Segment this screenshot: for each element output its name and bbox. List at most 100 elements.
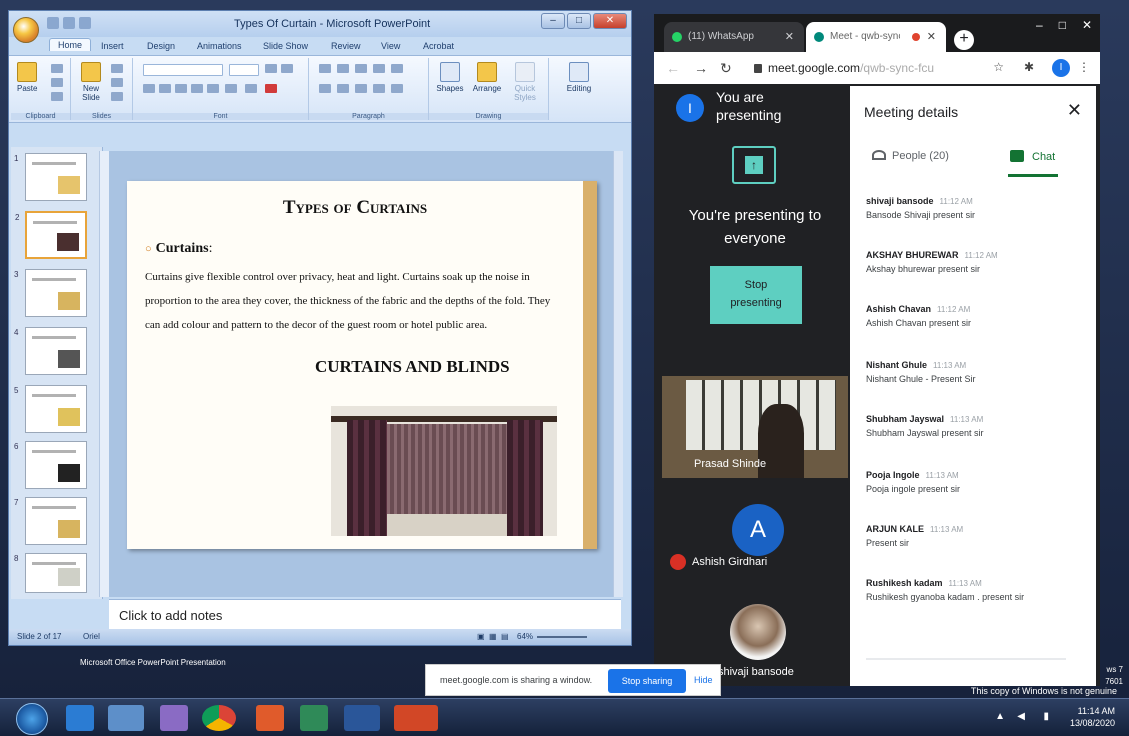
reset-icon[interactable]: [111, 78, 123, 87]
tab-acrobat[interactable]: Acrobat: [423, 41, 454, 51]
slideshow-view-icon[interactable]: ▤: [501, 632, 509, 641]
font-color-icon[interactable]: [265, 84, 277, 93]
tab-animations[interactable]: Animations: [197, 41, 242, 51]
minimize-button[interactable]: –: [541, 13, 565, 29]
shrink-font-icon[interactable]: [281, 64, 293, 73]
undo-icon[interactable]: [63, 17, 75, 29]
tab-home[interactable]: Home: [49, 38, 92, 51]
powerpoint-icon[interactable]: [394, 705, 438, 731]
stop-presenting-button[interactable]: Stop presenting: [710, 266, 802, 324]
word-icon[interactable]: [344, 705, 380, 731]
network-icon[interactable]: ▮: [1043, 711, 1049, 722]
delete-slide-icon[interactable]: [111, 92, 123, 101]
clock[interactable]: 11:14 AM 13/08/2020: [1070, 705, 1115, 729]
slide-thumbnail[interactable]: 6: [14, 441, 87, 489]
show-hidden-icons[interactable]: ▲: [995, 711, 1005, 722]
slide-thumbnail[interactable]: 3: [14, 269, 87, 317]
slide-thumbnail[interactable]: 5: [14, 385, 87, 433]
columns-icon[interactable]: [391, 64, 403, 73]
thumbnail-scrollbar[interactable]: [99, 151, 109, 597]
bookmark-star-icon[interactable]: ☆: [993, 60, 1004, 74]
tab-design[interactable]: Design: [147, 41, 175, 51]
forward-icon[interactable]: →: [694, 60, 708, 76]
grow-font-icon[interactable]: [265, 64, 277, 73]
slide-subtitle[interactable]: CURTAINS AND BLINDS: [315, 357, 510, 377]
close-tab-icon[interactable]: ✕: [927, 30, 936, 43]
save-icon[interactable]: [47, 17, 59, 29]
app-icon[interactable]: [160, 705, 188, 731]
arrange-button[interactable]: Arrange: [469, 62, 505, 93]
url-field[interactable]: meet.google.com/qwb-sync-fcu: [754, 61, 934, 75]
close-tab-icon[interactable]: ✕: [785, 30, 794, 43]
tab-insert[interactable]: Insert: [101, 41, 124, 51]
profile-avatar[interactable]: I: [1052, 59, 1070, 77]
copy-icon[interactable]: [51, 78, 63, 87]
extensions-icon[interactable]: ✱: [1024, 60, 1034, 74]
close-button[interactable]: ✕: [593, 13, 627, 29]
numbering-icon[interactable]: [337, 64, 349, 73]
italic-icon[interactable]: [159, 84, 171, 93]
new-tab-button[interactable]: +: [954, 30, 974, 50]
quick-styles-button[interactable]: Quick Styles: [507, 62, 543, 102]
align-left-icon[interactable]: [319, 84, 331, 93]
new-slide-button[interactable]: New Slide: [77, 62, 105, 102]
strikethrough-icon[interactable]: [191, 84, 203, 93]
app-icon[interactable]: [256, 705, 284, 731]
reload-icon[interactable]: ↻: [720, 60, 732, 77]
sorter-view-icon[interactable]: ▦: [489, 632, 497, 641]
tab-chat[interactable]: Chat: [1010, 150, 1055, 163]
font-name-select[interactable]: [143, 64, 223, 76]
close-button[interactable]: ✕: [1082, 18, 1092, 32]
slide-body-text[interactable]: Curtains give flexible control over priv…: [145, 265, 565, 337]
tab-view[interactable]: View: [381, 41, 400, 51]
ie-icon[interactable]: [66, 705, 94, 731]
tab-review[interactable]: Review: [331, 41, 361, 51]
tab-people[interactable]: People (20): [872, 150, 949, 162]
tab-whatsapp[interactable]: (11) WhatsApp ✕: [664, 22, 804, 52]
curtain-photo[interactable]: [331, 406, 557, 536]
chat-input[interactable]: [866, 658, 1066, 660]
redo-icon[interactable]: [79, 17, 91, 29]
back-icon[interactable]: ←: [666, 60, 680, 76]
slide-thumbnail[interactable]: 1: [14, 153, 87, 201]
notes-pane[interactable]: Click to add notes: [109, 599, 621, 629]
menu-icon[interactable]: ⋮: [1078, 60, 1090, 74]
change-case-icon[interactable]: [245, 84, 257, 93]
align-right-icon[interactable]: [355, 84, 367, 93]
chrome-icon[interactable]: [202, 705, 236, 731]
minimize-button[interactable]: –: [1036, 18, 1043, 32]
spacing-icon[interactable]: [225, 84, 237, 93]
decrease-indent-icon[interactable]: [355, 64, 367, 73]
text-direction-icon[interactable]: [391, 84, 403, 93]
font-size-select[interactable]: [229, 64, 259, 76]
increase-indent-icon[interactable]: [373, 64, 385, 73]
media-icon[interactable]: [108, 705, 144, 731]
zoom-control[interactable]: ▣ ▦ ▤ 64%: [477, 632, 607, 641]
cut-icon[interactable]: [51, 64, 63, 73]
justify-icon[interactable]: [373, 84, 385, 93]
hide-banner-button[interactable]: Hide: [694, 675, 713, 685]
zoom-slider[interactable]: [537, 636, 587, 638]
maximize-button[interactable]: □: [1059, 18, 1066, 32]
volume-icon[interactable]: ◀: [1017, 711, 1025, 722]
layout-icon[interactable]: [111, 64, 123, 73]
slide-thumbnail[interactable]: 7: [14, 497, 87, 545]
app-icon[interactable]: [300, 705, 328, 731]
slide-thumbnail[interactable]: 8: [14, 553, 87, 593]
normal-view-icon[interactable]: ▣: [477, 632, 485, 641]
align-center-icon[interactable]: [337, 84, 349, 93]
paste-button[interactable]: Paste: [17, 62, 37, 93]
underline-icon[interactable]: [175, 84, 187, 93]
slide-title[interactable]: Types of Curtains: [127, 197, 583, 219]
slide-thumbnail[interactable]: 4: [14, 327, 87, 375]
bold-icon[interactable]: [143, 84, 155, 93]
editing-button[interactable]: Editing: [559, 62, 599, 93]
close-panel-icon[interactable]: ✕: [1067, 100, 1082, 121]
start-button-icon[interactable]: [16, 703, 48, 735]
participant-tile[interactable]: A Ashish Girdhari: [662, 482, 848, 582]
bullets-icon[interactable]: [319, 64, 331, 73]
slide-bullet-heading[interactable]: ○ Curtains:: [145, 241, 212, 257]
tab-meet[interactable]: Meet - qwb-sync-fcu ✕: [806, 22, 946, 52]
tab-slide-show[interactable]: Slide Show: [263, 41, 308, 51]
slide-thumbnail-selected[interactable]: 2: [15, 211, 87, 259]
